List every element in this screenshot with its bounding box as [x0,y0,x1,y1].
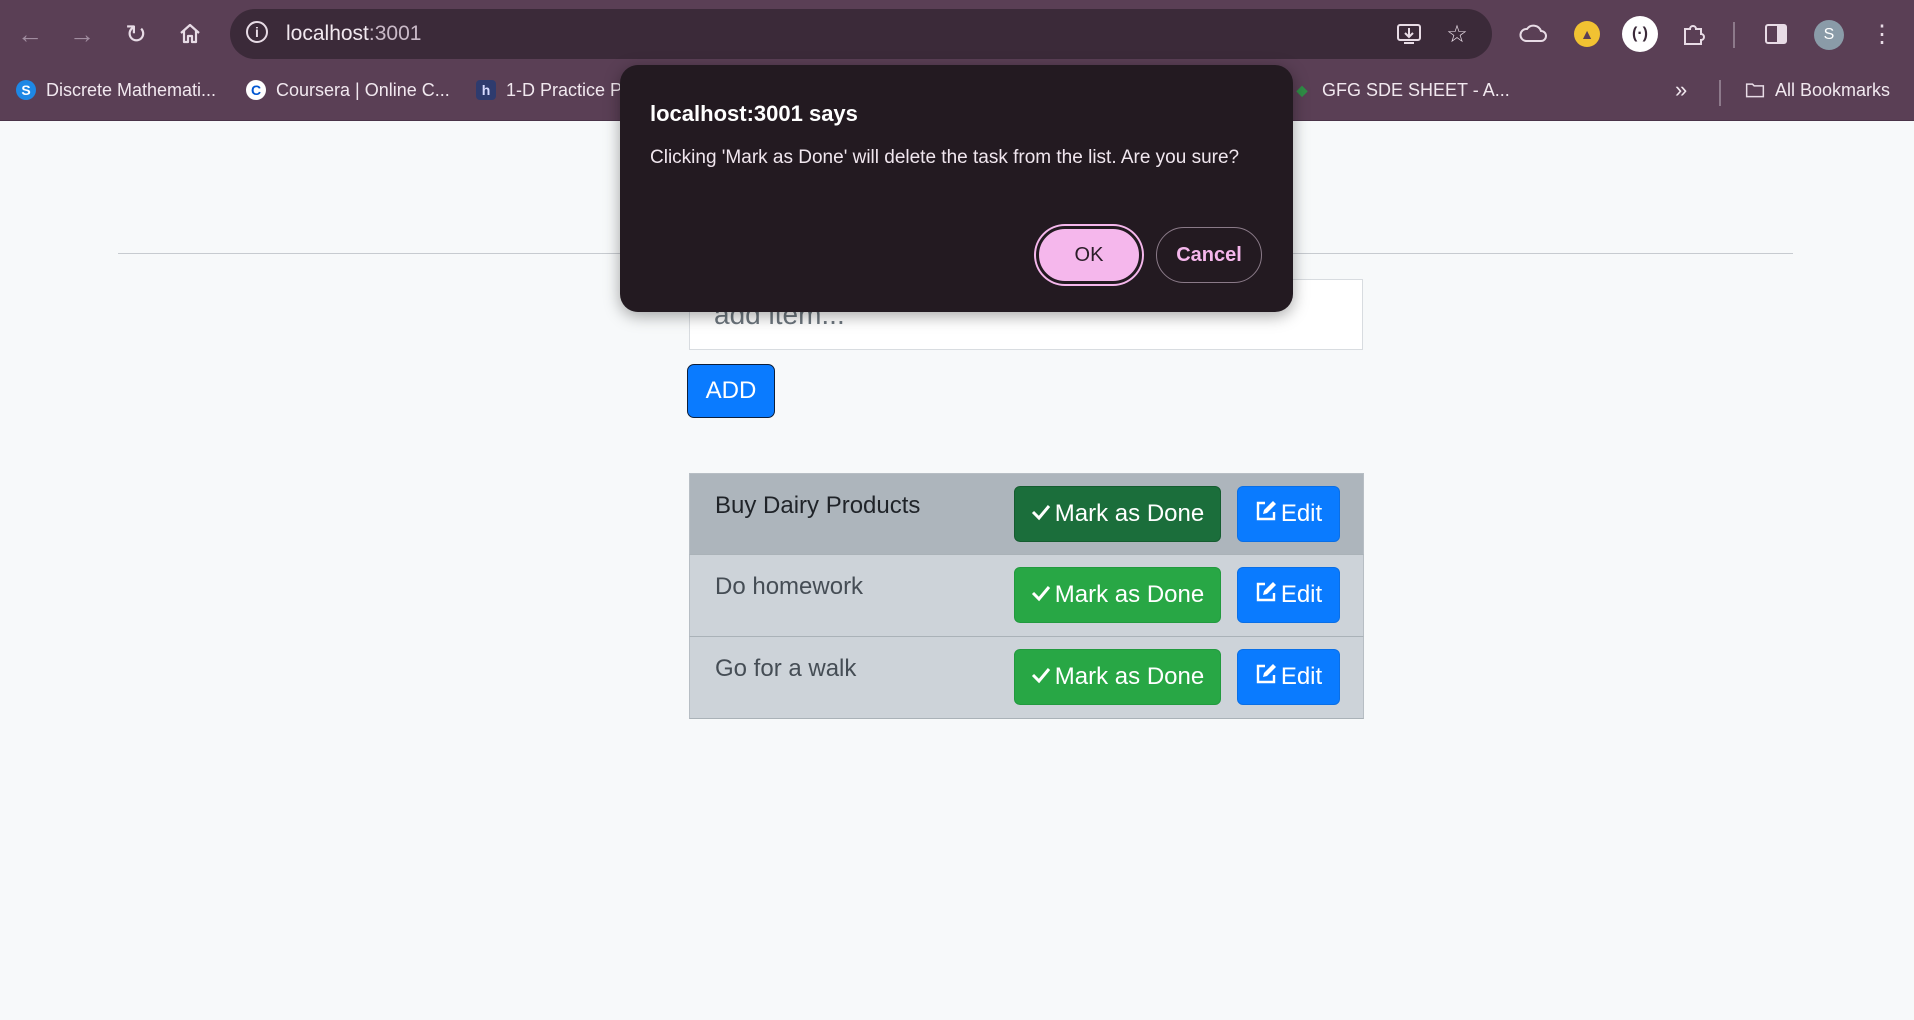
coursera-icon: C [246,80,266,100]
edit-icon [1255,500,1277,529]
cancel-button[interactable]: Cancel [1156,227,1262,283]
home-icon [180,23,200,44]
checkmark-icon [1031,663,1051,691]
folder-icon [1745,83,1765,98]
bookmark-star-icon[interactable]: ☆ [1442,19,1472,49]
bookmark-item[interactable]: C Coursera | Online C... [246,78,450,102]
bookmark-label: Discrete Mathemati... [46,79,217,100]
browser-toolbar: ← → ↻ i localhost:3001 ☆ ▲ (·) S ⋮ [0,0,1914,68]
bookmark-item[interactable]: h 1-D Practice P [476,78,622,102]
checkmark-icon [1031,581,1051,609]
task-row: Do homework Mark as Done Edit [689,555,1364,637]
extension-shield-icon[interactable]: ▲ [1574,21,1600,47]
browser-menu-icon[interactable]: ⋮ [1864,16,1900,52]
reload-icon: ↻ [125,18,147,49]
edit-label: Edit [1280,500,1323,527]
all-bookmarks-button[interactable]: All Bookmarks [1745,78,1890,102]
edit-button[interactable]: Edit [1237,567,1340,623]
toolbar-separator [1733,22,1735,48]
ok-button[interactable]: OK [1036,226,1142,284]
side-panel-icon[interactable] [1758,16,1794,52]
edit-label: Edit [1280,663,1323,690]
profile-avatar[interactable]: S [1814,20,1844,50]
edit-icon [1255,663,1277,692]
task-text: Go for a walk [715,655,857,682]
url-text: localhost:3001 [286,22,422,45]
site-info-icon[interactable]: i [246,21,268,43]
chevron-double-right-icon: » [1675,77,1688,102]
edit-button[interactable]: Edit [1237,486,1340,542]
task-row: Buy Dairy Products Mark as Done Edit [689,473,1364,555]
mark-as-done-label: Mark as Done [1054,581,1205,608]
extension-circle-icon[interactable]: (·) [1622,16,1658,52]
address-bar[interactable]: i localhost:3001 ☆ [230,9,1492,59]
mark-as-done-label: Mark as Done [1054,663,1205,690]
home-button[interactable] [170,14,210,54]
mark-as-done-label: Mark as Done [1054,500,1205,527]
bookmark-label: GFG SDE SHEET - A... [1322,79,1510,100]
more-bookmarks-button[interactable]: » [1675,77,1688,102]
gfg-icon: ◆ [1296,81,1308,98]
confirm-dialog: localhost:3001 says Clicking 'Mark as Do… [620,65,1293,312]
hackerrank-icon: h [476,80,496,100]
edit-label: Edit [1280,581,1323,608]
extension-cloud-icon[interactable] [1515,16,1551,52]
mark-as-done-button[interactable]: Mark as Done [1014,486,1221,542]
dialog-message: Clicking 'Mark as Done' will delete the … [650,147,1240,168]
bookmark-label: Coursera | Online C... [276,79,450,100]
task-list: Buy Dairy Products Mark as Done Edit Do … [689,473,1364,719]
task-row: Go for a walk Mark as Done Edit [689,637,1364,719]
checkmark-icon [1031,500,1051,528]
add-button[interactable]: ADD [687,364,775,418]
s-logo-icon: S [16,80,36,100]
bookmark-separator [1719,80,1721,106]
edit-icon [1255,581,1277,610]
dialog-title: localhost:3001 says [650,101,858,126]
edit-button[interactable]: Edit [1237,649,1340,705]
forward-button[interactable]: → [62,14,102,54]
bookmark-item[interactable]: S Discrete Mathemati... [16,78,216,102]
all-bookmarks-label: All Bookmarks [1775,79,1891,100]
mark-as-done-button[interactable]: Mark as Done [1014,567,1221,623]
arrow-left-icon: ← [17,18,43,49]
reload-button[interactable]: ↻ [116,14,156,54]
arrow-right-icon: → [69,18,95,49]
task-text: Do homework [715,573,864,600]
install-app-icon[interactable] [1394,19,1424,49]
task-text: Buy Dairy Products [715,492,921,519]
back-button[interactable]: ← [10,14,50,54]
extensions-puzzle-icon[interactable] [1676,16,1712,52]
bookmark-label: 1-D Practice P [506,79,623,100]
bookmark-item[interactable]: ◆ GFG SDE SHEET - A... [1292,78,1510,102]
mark-as-done-button[interactable]: Mark as Done [1014,649,1221,705]
